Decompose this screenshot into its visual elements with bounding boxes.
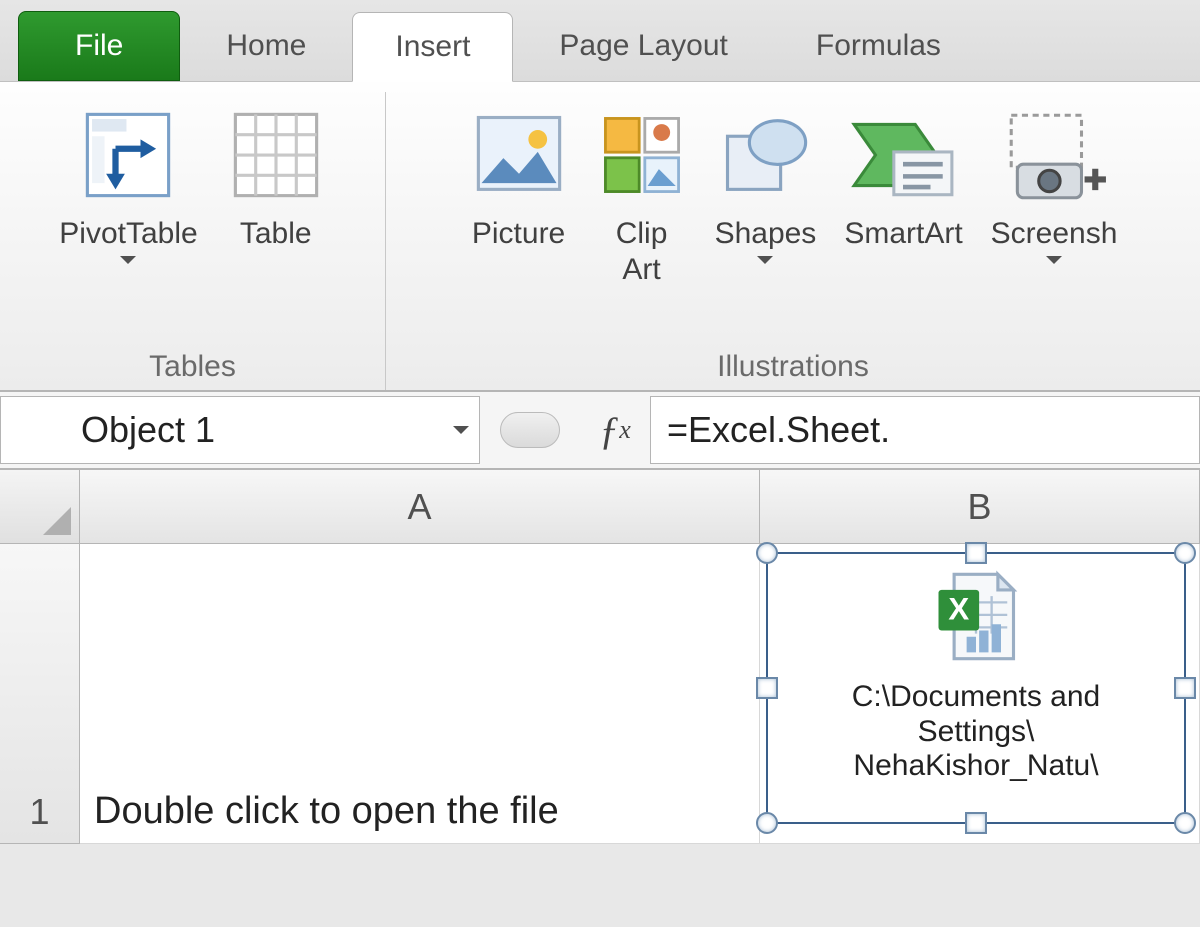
formula-input[interactable]: =Excel.Sheet. — [650, 396, 1200, 464]
dropdown-arrow-icon — [120, 256, 136, 264]
screenshot-label: Screensh — [991, 216, 1118, 252]
resize-handle[interactable] — [756, 677, 778, 699]
tab-insert[interactable]: Insert — [352, 12, 513, 82]
resize-handle[interactable] — [965, 542, 987, 564]
clipart-label: Clip Art — [616, 216, 668, 288]
group-label-illustrations: Illustrations — [717, 346, 869, 390]
tab-file[interactable]: File — [18, 11, 180, 81]
resize-handle[interactable] — [1174, 542, 1196, 564]
clipart-icon — [597, 100, 687, 210]
table-icon — [226, 100, 326, 210]
resize-handle[interactable] — [756, 542, 778, 564]
name-box[interactable]: Object 1 — [0, 396, 480, 464]
tab-page-layout[interactable]: Page Layout — [517, 11, 769, 81]
column-header-A[interactable]: A — [80, 470, 760, 544]
ribbon: PivotTable — [0, 82, 1200, 392]
svg-text:X: X — [948, 592, 969, 627]
smartart-icon — [848, 100, 958, 210]
cell-A1-value: Double click to open the file — [94, 790, 559, 833]
expand-pill[interactable] — [500, 412, 560, 448]
cell-B1[interactable]: X C:\Documents and Settings\ NehaKishor_… — [760, 544, 1200, 844]
shapes-label: Shapes — [715, 216, 817, 252]
smartart-label: SmartArt — [844, 216, 962, 252]
shapes-icon — [715, 100, 815, 210]
column-headers: A B — [0, 470, 1200, 544]
row-header-1[interactable]: 1 — [0, 544, 80, 844]
excel-file-icon: X — [926, 568, 1026, 676]
row-1: 1 Double click to open the file — [0, 544, 1200, 844]
picture-icon — [469, 100, 569, 210]
pivottable-button[interactable]: PivotTable — [45, 92, 211, 342]
resize-handle[interactable] — [756, 812, 778, 834]
group-label-tables: Tables — [149, 346, 236, 390]
dropdown-arrow-icon — [1046, 256, 1062, 264]
name-box-value: Object 1 — [81, 409, 215, 451]
picture-label: Picture — [472, 216, 565, 252]
embedded-object[interactable]: X C:\Documents and Settings\ NehaKishor_… — [766, 552, 1186, 824]
formula-bar: Object 1 ƒx =Excel.Sheet. — [0, 392, 1200, 470]
column-header-B[interactable]: B — [760, 470, 1200, 544]
shapes-button[interactable]: Shapes — [701, 92, 831, 342]
cell-A1[interactable]: Double click to open the file — [80, 544, 760, 844]
dropdown-arrow-icon — [453, 426, 469, 434]
worksheet-grid: A B 1 Double click to open the file — [0, 470, 1200, 844]
resize-handle[interactable] — [965, 812, 987, 834]
embedded-object-label: C:\Documents and Settings\ NehaKishor_Na… — [842, 676, 1110, 784]
table-label: Table — [240, 216, 312, 252]
dropdown-arrow-icon — [757, 256, 773, 264]
ribbon-tabs: File Home Insert Page Layout Formulas — [0, 0, 1200, 82]
formula-bar-controls — [480, 392, 580, 468]
tab-home[interactable]: Home — [184, 11, 348, 81]
select-all-corner[interactable] — [0, 470, 80, 544]
picture-button[interactable]: Picture — [455, 92, 583, 342]
table-button[interactable]: Table — [212, 92, 340, 342]
ribbon-group-tables: PivotTable — [0, 92, 386, 390]
resize-handle[interactable] — [1174, 812, 1196, 834]
screenshot-button[interactable]: Screensh — [977, 92, 1132, 342]
fx-icon[interactable]: ƒx — [580, 392, 650, 468]
clipart-button[interactable]: Clip Art — [583, 92, 701, 342]
smartart-button[interactable]: SmartArt — [830, 92, 976, 342]
tab-formulas[interactable]: Formulas — [774, 11, 983, 81]
ribbon-group-illustrations: Picture Clip Art — [386, 92, 1200, 390]
formula-value: =Excel.Sheet. — [667, 409, 890, 451]
resize-handle[interactable] — [1174, 677, 1196, 699]
pivottable-icon — [78, 100, 178, 210]
screenshot-icon — [999, 100, 1109, 210]
pivottable-label: PivotTable — [59, 216, 197, 252]
